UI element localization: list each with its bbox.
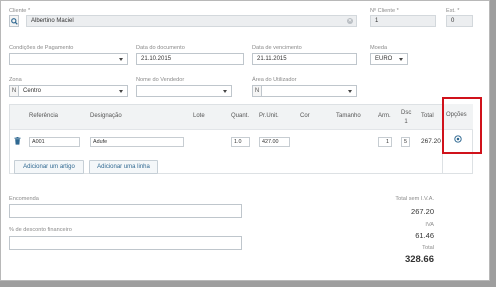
- highlight-box: [442, 97, 482, 154]
- total-label: Total: [422, 245, 434, 251]
- user-area-select[interactable]: [261, 85, 357, 97]
- row-discount-input[interactable]: 5: [401, 137, 410, 147]
- customer-number-field[interactable]: 1: [370, 15, 436, 27]
- customer-number-label: Nº Cliente *: [370, 8, 399, 14]
- document-date-input[interactable]: 21.10.2015: [136, 53, 244, 65]
- seller-label: Nome do Vendedor: [136, 77, 185, 83]
- due-date-input[interactable]: 21.11.2015: [252, 53, 357, 65]
- table-header: Referência Designação Lote Quant. Pr.Uni…: [10, 105, 442, 130]
- order-label: Encomenda: [9, 196, 39, 202]
- column-quantity: Quant.: [231, 113, 250, 119]
- user-area-label: Área do Utilizador: [252, 77, 297, 83]
- document-lines-table: Referência Designação Lote Quant. Pr.Uni…: [9, 104, 443, 174]
- chevron-down-icon: [348, 90, 352, 93]
- currency-label: Moeda: [370, 45, 388, 51]
- column-warehouse: Arm.: [378, 113, 391, 119]
- column-reference: Referência: [29, 113, 59, 119]
- customer-field[interactable]: Albertino Maciel ✕: [26, 15, 357, 27]
- order-input[interactable]: [9, 204, 242, 218]
- chevron-down-icon: [399, 58, 403, 61]
- currency-value: EURO: [375, 56, 393, 62]
- payment-terms-select[interactable]: [9, 53, 128, 65]
- establishment-field[interactable]: 0: [446, 15, 473, 27]
- zone-select[interactable]: Centro: [18, 85, 128, 97]
- financial-discount-input[interactable]: [9, 236, 242, 250]
- zone-value: Centro: [23, 88, 42, 94]
- row-warehouse-input[interactable]: 1: [378, 137, 392, 147]
- customer-search-button[interactable]: [9, 15, 19, 27]
- total-value: 328.66: [404, 254, 434, 265]
- establishment-label: Est. *: [446, 8, 460, 14]
- add-item-button[interactable]: Adicionar um artigo: [14, 160, 84, 174]
- row-unit-price-input[interactable]: 427.00: [259, 137, 290, 147]
- currency-select[interactable]: EURO: [370, 53, 408, 65]
- zone-label: Zona: [9, 77, 22, 83]
- vat-label: IVA: [425, 222, 434, 228]
- document-date-label: Data do documento: [136, 45, 185, 51]
- seller-select[interactable]: [136, 85, 232, 97]
- financial-discount-label: % de desconto financeiro: [9, 227, 72, 233]
- clear-icon[interactable]: ✕: [347, 18, 353, 24]
- column-batch: Lote: [193, 113, 205, 119]
- customer-value: Albertino Maciel: [31, 18, 74, 24]
- column-unit-price: Pr.Unit.: [259, 113, 279, 119]
- row-total: 267.20: [421, 138, 441, 145]
- chevron-down-icon: [119, 58, 123, 61]
- vat-value: 61.46: [415, 231, 434, 240]
- customer-label: Cliente *: [9, 8, 31, 14]
- column-size: Tamanho: [336, 113, 361, 119]
- chevron-down-icon: [119, 90, 123, 93]
- row-designation-input[interactable]: Adufe: [90, 137, 184, 147]
- column-discount: Dsc 1: [401, 110, 412, 125]
- trash-icon[interactable]: [14, 137, 21, 145]
- column-total: Total: [421, 113, 434, 119]
- subtotal-label: Total sem I.V.A.: [395, 196, 434, 202]
- add-line-button[interactable]: Adicionar uma linha: [89, 160, 158, 174]
- row-reference-input[interactable]: A001: [29, 137, 80, 147]
- column-designation: Designação: [90, 113, 122, 119]
- subtotal-value: 267.20: [411, 207, 434, 216]
- row-quantity-input[interactable]: 1.0: [231, 137, 250, 147]
- document-form: Cliente * Albertino Maciel ✕ Nº Cliente …: [0, 0, 490, 281]
- chevron-down-icon: [223, 90, 227, 93]
- due-date-label: Data de vencimento: [252, 45, 302, 51]
- payment-terms-label: Condições de Pagamento: [9, 45, 74, 51]
- search-icon: [10, 17, 18, 25]
- column-color: Cor: [300, 113, 310, 119]
